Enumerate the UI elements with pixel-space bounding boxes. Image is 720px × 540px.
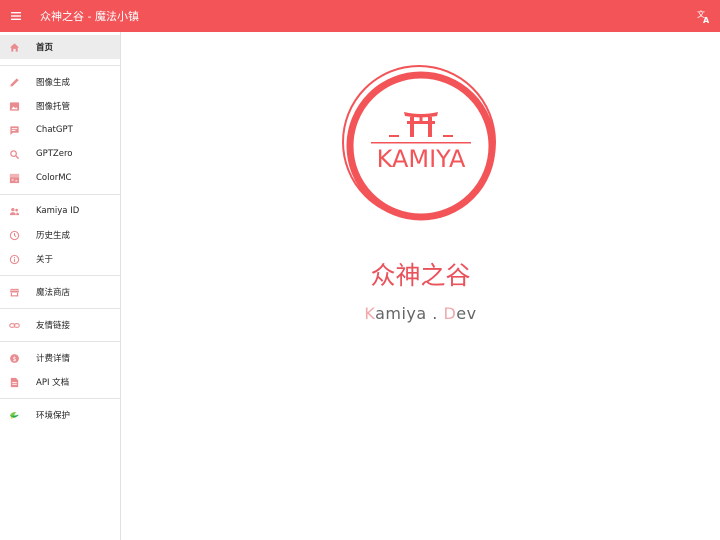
site-subtitle: Kamiya . Dev [121,304,720,323]
sidebar-group-home: 首页 [0,32,120,66]
torii-gate-icon [389,112,453,137]
store-icon [8,286,20,298]
sidebar-item-api-docs[interactable]: API 文档 [0,370,120,394]
logo-text: KAMIYA [377,145,466,173]
sidebar-item-kamiya-id[interactable]: Kamiya ID [0,199,120,223]
svg-text:$: $ [12,354,16,362]
dollar-icon: $ [8,352,20,364]
main-content: KAMIYA 众神之谷 Kamiya . Dev [121,32,720,540]
grass-block-icon [8,172,20,184]
menu-icon [11,12,21,20]
chat-icon [8,124,20,136]
sidebar-group-environment: 环境保护 [0,399,120,431]
menu-button[interactable] [0,0,32,32]
leaf-icon [8,409,20,421]
clock-icon [8,229,20,241]
sidebar: 首页 图像生成 图像托管 ChatGPT GPTZero ColorMC Kam… [0,32,121,540]
site-title: 众神之谷 [370,261,471,290]
app-title: 众神之谷 - 魔法小镇 [40,10,139,23]
sidebar-item-label: 环境保护 [36,411,71,421]
pencil-icon [8,76,20,88]
sidebar-item-billing[interactable]: $ 计费详情 [0,346,120,370]
sidebar-group-links: 友情链接 [0,309,120,342]
home-icon [8,41,20,53]
sidebar-item-store[interactable]: 魔法商店 [0,280,120,304]
translate-icon[interactable]: 文 A [696,8,712,24]
kamiya-logo: KAMIYA [342,65,496,221]
subtitle-accent-d: D [443,304,457,323]
subtitle-part-1: amiya . [375,304,444,323]
sidebar-group-tools: 图像生成 图像托管 ChatGPT GPTZero ColorMC [0,66,120,195]
sidebar-group-account: Kamiya ID 历史生成 关于 [0,195,120,276]
sidebar-item-label: 魔法商店 [36,288,71,298]
svg-text:A: A [703,16,710,24]
subtitle-accent-k: K [364,304,376,323]
sidebar-item-gptzero[interactable]: GPTZero [0,142,120,166]
sidebar-item-label: 历史生成 [36,231,71,241]
link-icon [8,319,20,331]
image-icon [8,100,20,112]
sidebar-item-label: 计费详情 [36,354,71,364]
sidebar-item-label: ColorMC [36,173,72,183]
sidebar-group-store: 魔法商店 [0,276,120,309]
sidebar-item-label: 图像生成 [36,78,71,88]
sidebar-item-label: Kamiya ID [36,206,80,216]
sidebar-item-chatgpt[interactable]: ChatGPT [0,118,120,142]
sidebar-item-label: 图像托管 [36,102,71,112]
info-icon [8,253,20,265]
sidebar-item-friend-links[interactable]: 友情链接 [0,313,120,337]
subtitle-part-2: ev [456,304,477,323]
sidebar-item-label: GPTZero [36,149,73,159]
sidebar-item-about[interactable]: 关于 [0,247,120,271]
sidebar-item-image-generate[interactable]: 图像生成 [0,70,120,94]
sidebar-item-label: API 文档 [36,378,70,388]
people-icon [8,205,20,217]
sidebar-item-label: 首页 [36,43,54,53]
sidebar-item-label: 关于 [36,255,54,265]
sidebar-item-image-hosting[interactable]: 图像托管 [0,94,120,118]
search-icon [8,148,20,160]
sidebar-item-label: 友情链接 [36,321,71,331]
sidebar-item-home[interactable]: 首页 [0,35,120,59]
app-bar: 众神之谷 - 魔法小镇 文 A [0,0,720,32]
sidebar-item-history[interactable]: 历史生成 [0,223,120,247]
sidebar-item-colormc[interactable]: ColorMC [0,166,120,190]
sidebar-group-billing: $ 计费详情 API 文档 [0,342,120,399]
sidebar-item-label: ChatGPT [36,125,73,135]
sidebar-item-environment[interactable]: 环境保护 [0,403,120,427]
document-icon [8,376,20,388]
